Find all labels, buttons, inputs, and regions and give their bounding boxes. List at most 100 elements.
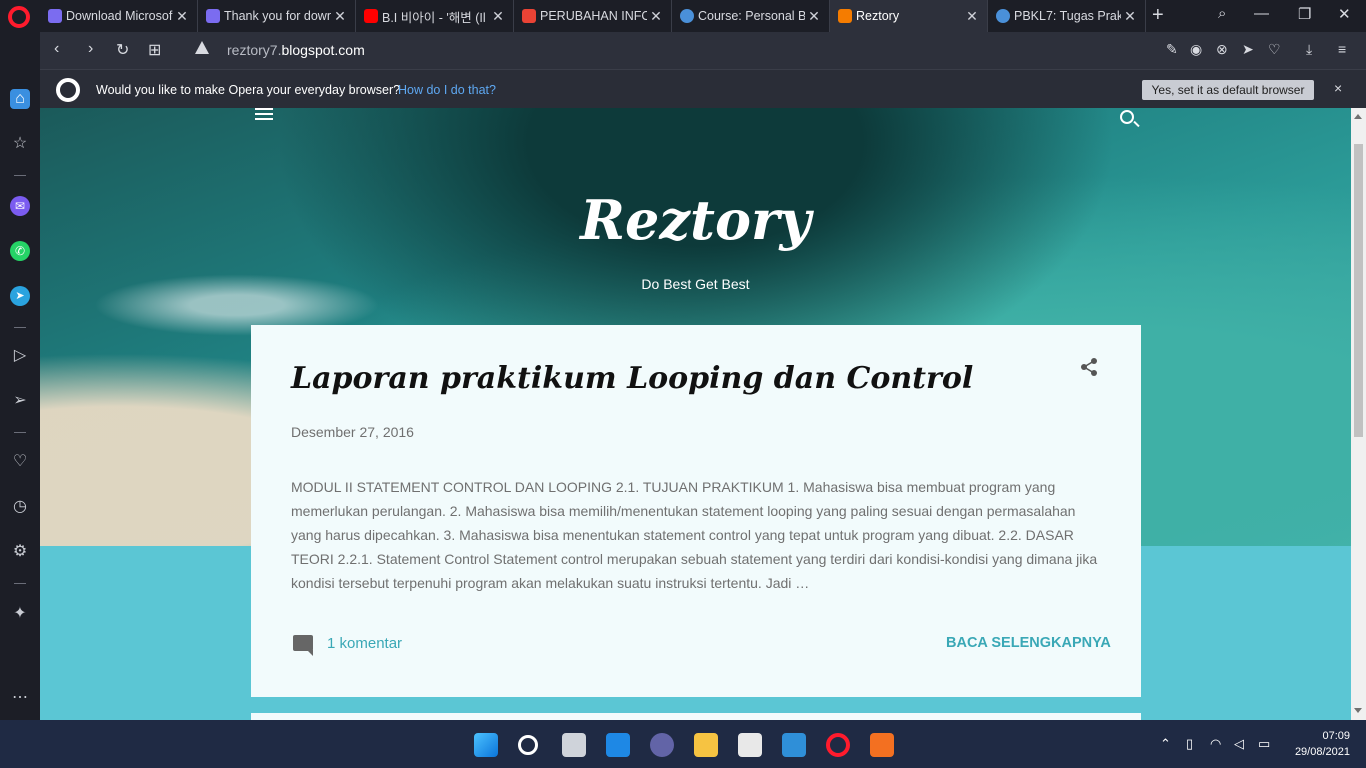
- close-tab-icon[interactable]: ✕: [1121, 8, 1139, 25]
- tab-youtube[interactable]: B.I 비아이 - '해변 (Il ✕: [356, 0, 514, 32]
- sidebar-divider: [14, 432, 26, 433]
- tab-title: PBKL7: Tugas Prakt: [1014, 9, 1121, 23]
- read-more-link[interactable]: BACA SELENGKAPNYA: [946, 635, 1111, 651]
- scroll-thumb[interactable]: [1354, 144, 1363, 437]
- vscode-icon[interactable]: [782, 733, 806, 757]
- task-view-icon[interactable]: [562, 733, 586, 757]
- post-title[interactable]: Laporan praktikum Looping dan Control: [291, 361, 973, 396]
- bookmark-icon[interactable]: ☆: [10, 134, 30, 154]
- tab-download-microsoft[interactable]: Download Microsof ✕: [40, 0, 198, 32]
- blog-description: Do Best Get Best: [641, 276, 750, 292]
- how-to-link[interactable]: How do I do that?: [398, 83, 496, 97]
- more-icon[interactable]: ⋯: [10, 688, 30, 708]
- tab-title: Course: Personal Br: [698, 9, 805, 23]
- show-hidden-icons-icon[interactable]: ⌃: [1160, 736, 1171, 752]
- tab-favicon-icon: [996, 9, 1010, 23]
- infobar-close-icon[interactable]: ×: [1334, 80, 1342, 96]
- player-icon[interactable]: ▷: [10, 346, 30, 366]
- restore-icon[interactable]: ❐: [1298, 5, 1311, 23]
- url-prefix: reztory7.: [227, 42, 282, 58]
- next-post-card: [251, 713, 1141, 720]
- sidebar-divider: [14, 327, 26, 328]
- close-tab-icon[interactable]: ✕: [173, 8, 191, 25]
- telegram-icon[interactable]: ➤: [10, 286, 30, 306]
- back-icon[interactable]: ‹: [54, 40, 59, 58]
- set-default-button[interactable]: Yes, set it as default browser: [1142, 80, 1314, 100]
- search-icon[interactable]: [1120, 110, 1134, 124]
- blogger-icon: [838, 9, 852, 23]
- blog-title[interactable]: Reztory: [40, 188, 1351, 252]
- address-bar: ‹ › ↻ ⊞ reztory7.blogspot.com ✎ ◉ ⊗ ➤ ♡ …: [40, 32, 1366, 69]
- opera-menu-icon[interactable]: [8, 6, 30, 28]
- whatsapp-icon[interactable]: ✆: [10, 241, 30, 261]
- home-icon[interactable]: ⌂: [10, 89, 30, 109]
- minimize-icon[interactable]: —: [1254, 5, 1269, 22]
- battery-icon[interactable]: ▭: [1258, 736, 1270, 752]
- url-field[interactable]: reztory7.blogspot.com: [227, 42, 365, 58]
- comment-icon[interactable]: [293, 635, 313, 656]
- tab-course[interactable]: Course: Personal Br ✕: [672, 0, 830, 32]
- heart-icon[interactable]: ♡: [1268, 41, 1281, 58]
- edit-icon[interactable]: ✎: [1166, 41, 1178, 58]
- forward-icon[interactable]: ›: [88, 40, 93, 58]
- search-taskbar-icon[interactable]: [518, 735, 538, 755]
- camera-icon[interactable]: ◉: [1190, 41, 1202, 58]
- default-browser-infobar: Would you like to make Opera your everyd…: [40, 69, 1366, 108]
- warning-icon[interactable]: [195, 41, 209, 54]
- page-scrollbar[interactable]: [1351, 108, 1366, 720]
- search-tabs-icon[interactable]: ⌕: [1218, 5, 1226, 22]
- settings-icon[interactable]: ⚙: [10, 542, 30, 562]
- post-date: Desember 27, 2016: [291, 424, 414, 440]
- tiles-icon[interactable]: ⊞: [148, 40, 161, 60]
- sidebar-divider: [14, 583, 26, 584]
- scroll-down-icon[interactable]: [1354, 708, 1362, 713]
- easy-setup-icon[interactable]: ≡: [1338, 41, 1346, 57]
- widgets-icon[interactable]: [606, 733, 630, 757]
- file-explorer-icon[interactable]: [694, 733, 718, 757]
- tab-title: PERUBAHAN INFOR: [540, 9, 647, 23]
- tab-thank-you[interactable]: Thank you for down ✕: [198, 0, 356, 32]
- clock-date: 29/08/2021: [1294, 746, 1350, 758]
- download-icon[interactable]: ⤓: [1306, 41, 1312, 58]
- url-domain: blogspot.com: [281, 42, 365, 58]
- scroll-up-icon[interactable]: [1354, 114, 1362, 119]
- send-icon[interactable]: ➤: [1242, 41, 1254, 58]
- windows-start-icon[interactable]: [474, 733, 498, 757]
- youtube-icon: [364, 9, 378, 23]
- close-window-icon[interactable]: ✕: [1338, 5, 1351, 23]
- opera-logo-icon: [56, 78, 80, 102]
- volume-icon[interactable]: ◁: [1234, 736, 1244, 752]
- tab-title: Reztory: [856, 9, 900, 23]
- tab-reztory[interactable]: Reztory ✕: [830, 0, 988, 32]
- share-icon[interactable]: [1079, 357, 1099, 377]
- xampp-icon[interactable]: [870, 733, 894, 757]
- close-tab-icon[interactable]: ✕: [963, 8, 981, 25]
- menu-icon[interactable]: [255, 108, 273, 123]
- reload-icon[interactable]: ↻: [116, 40, 129, 60]
- close-tab-icon[interactable]: ✕: [805, 8, 823, 25]
- pinboard-heart-icon[interactable]: ♡: [10, 452, 30, 472]
- usb-icon[interactable]: ▯: [1186, 736, 1193, 752]
- close-tab-icon[interactable]: ✕: [489, 8, 507, 25]
- messenger-icon[interactable]: ✉: [10, 196, 30, 216]
- wifi-icon[interactable]: ◠: [1210, 736, 1221, 752]
- sidebar-divider: [14, 175, 26, 176]
- post-card: Laporan praktikum Looping dan Control De…: [251, 325, 1141, 697]
- history-icon[interactable]: ◷: [10, 497, 30, 517]
- close-tab-icon[interactable]: ✕: [647, 8, 665, 25]
- new-tab-icon[interactable]: +: [1152, 4, 1164, 27]
- tab-pbkl7[interactable]: PBKL7: Tugas Prakt ✕: [988, 0, 1146, 32]
- comments-link[interactable]: 1 komentar: [327, 635, 402, 652]
- ad-block-icon[interactable]: ⊗: [1216, 41, 1228, 58]
- chat-icon[interactable]: [650, 733, 674, 757]
- lightbulb-icon[interactable]: ✦: [10, 604, 30, 624]
- tab-gmail[interactable]: PERUBAHAN INFOR ✕: [514, 0, 672, 32]
- close-tab-icon[interactable]: ✕: [331, 8, 349, 25]
- tab-favicon-icon: [680, 9, 694, 23]
- flow-icon[interactable]: ➢: [10, 391, 30, 411]
- tab-title: Thank you for down: [224, 9, 331, 23]
- opera-taskbar-icon[interactable]: [826, 733, 850, 757]
- store-icon[interactable]: [738, 733, 762, 757]
- system-clock[interactable]: 07:09 29/08/2021: [1286, 728, 1350, 760]
- gmail-icon: [522, 9, 536, 23]
